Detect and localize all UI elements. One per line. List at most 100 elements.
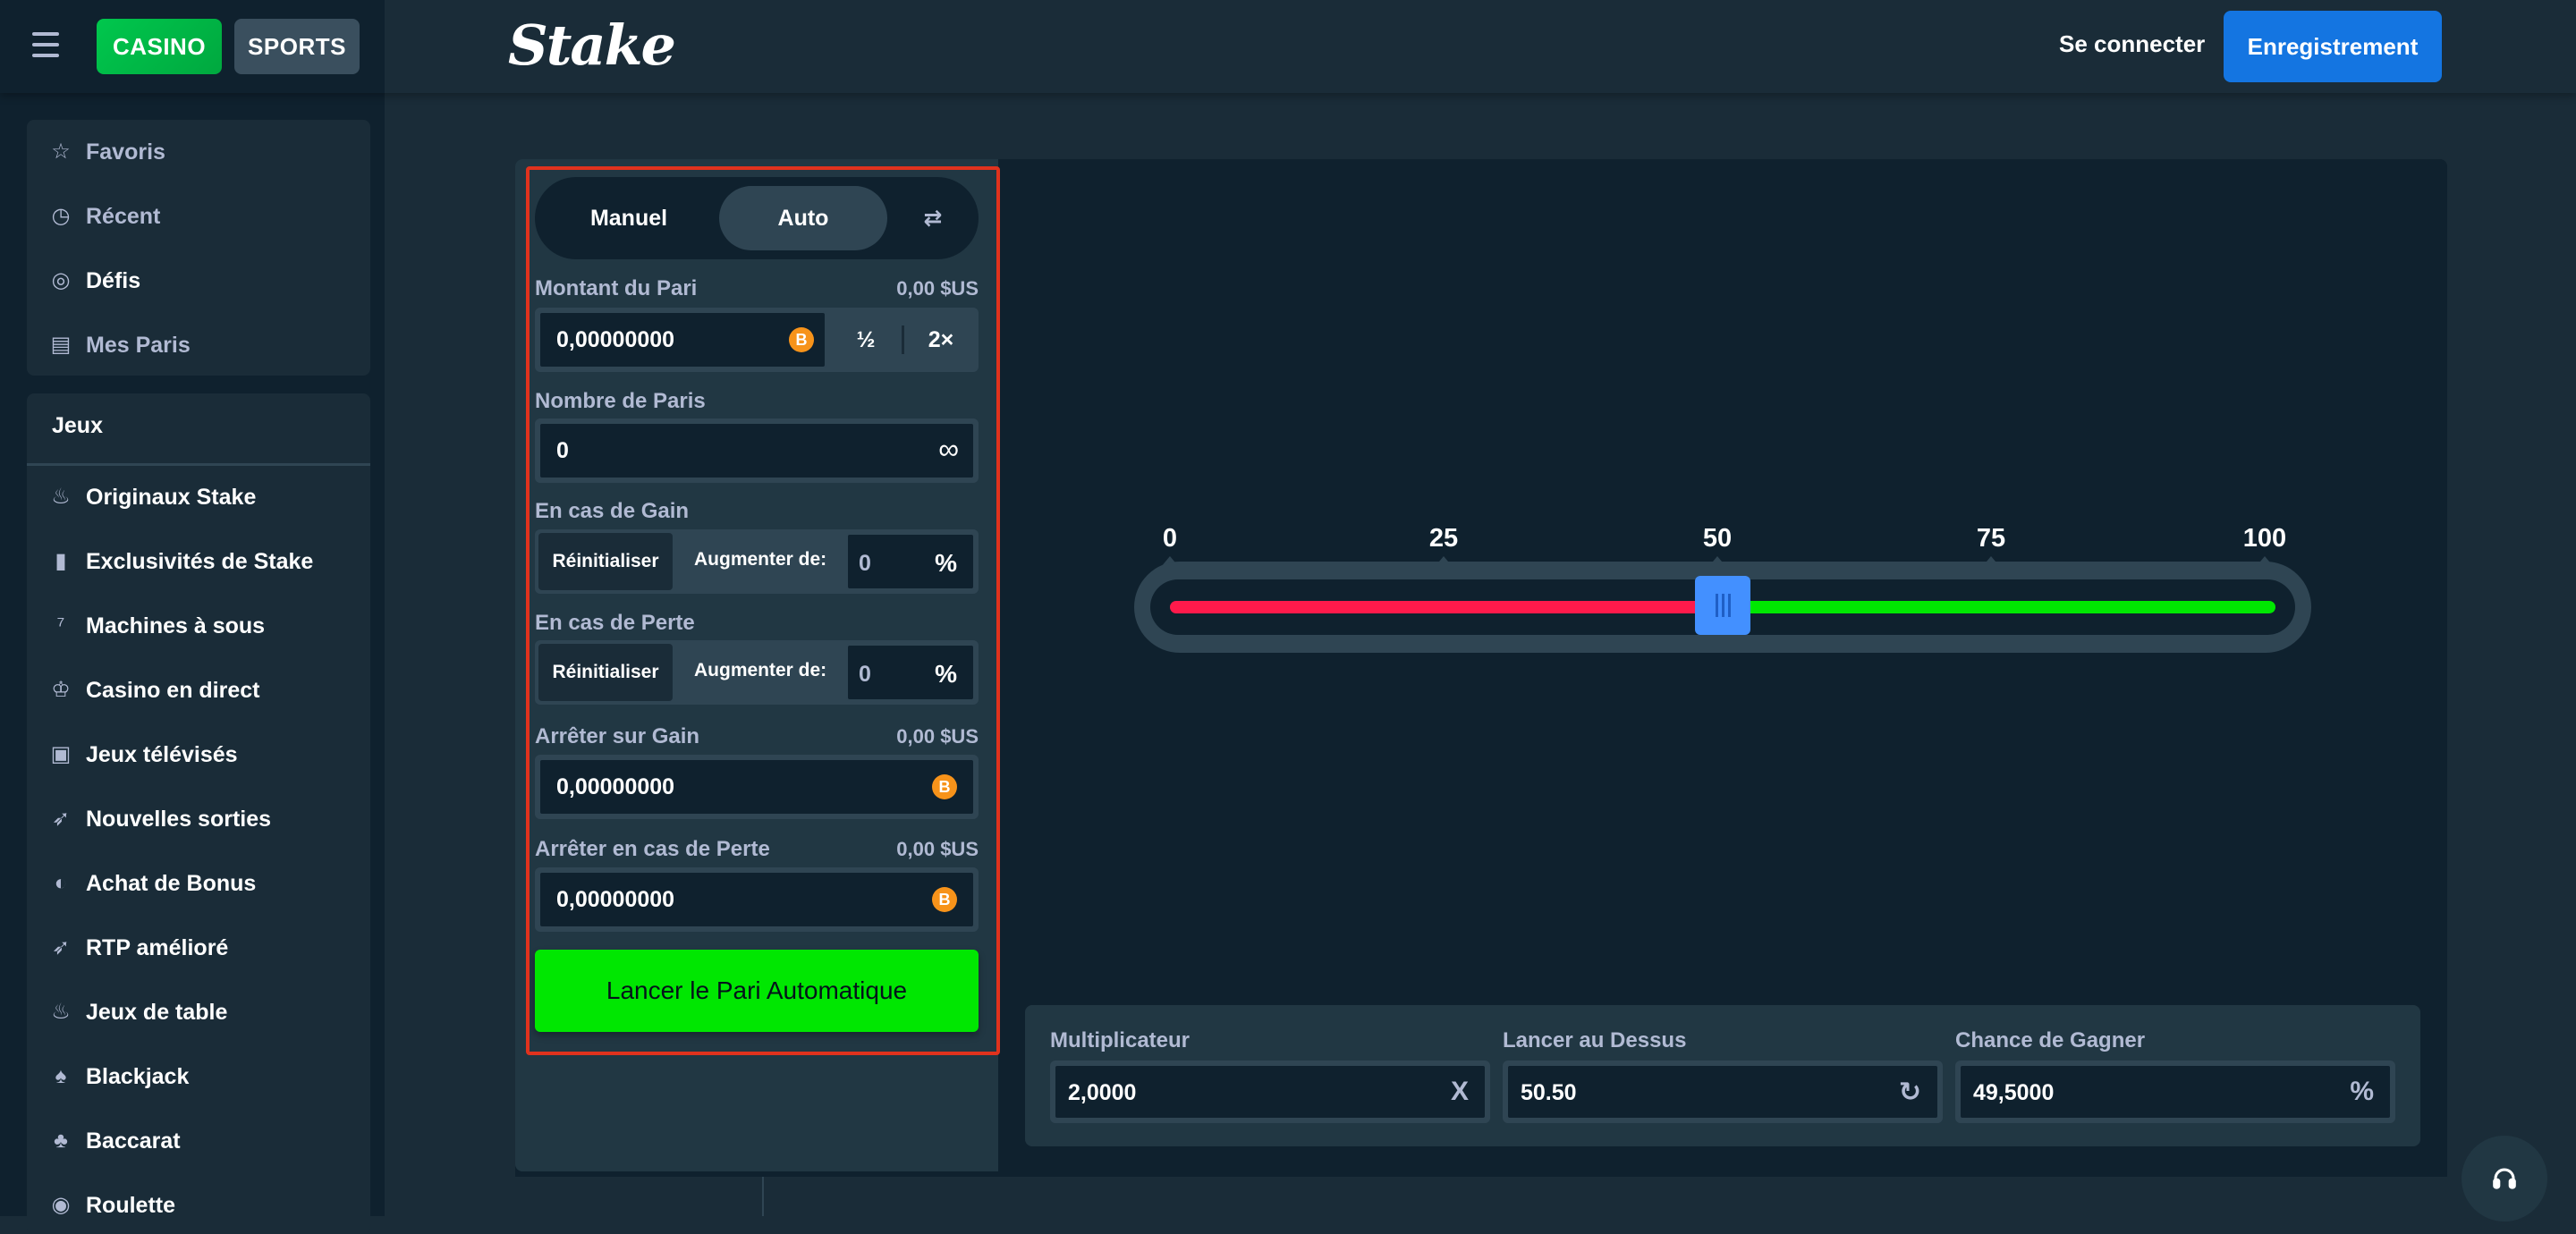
bitcoin-icon: B bbox=[789, 327, 814, 352]
on-loss-increase-value: 0 bbox=[859, 662, 871, 687]
slider-thumb[interactable] bbox=[1695, 576, 1751, 635]
multiplier-value: 2,0000 bbox=[1068, 1080, 1137, 1105]
bet-amount-input[interactable]: 0,00000000 B bbox=[538, 311, 826, 368]
on-win-increase-input[interactable]: 0 % bbox=[846, 533, 975, 590]
sidebar-item-nouvelles-sorties[interactable]: ➶ Nouvelles sorties bbox=[27, 792, 370, 846]
sidebar-item-label: Casino en direct bbox=[86, 677, 260, 703]
refresh-icon[interactable]: ↻ bbox=[1899, 1077, 1921, 1108]
on-loss-field: Réinitialiser Augmenter de: 0 % bbox=[535, 640, 979, 705]
support-chat-button[interactable] bbox=[2462, 1136, 2547, 1221]
sidebar-item-originaux[interactable]: ♨ Originaux Stake bbox=[27, 470, 370, 524]
menu-icon[interactable] bbox=[32, 32, 59, 57]
num-bets-label: Nombre de Paris bbox=[535, 389, 706, 413]
live-casino-icon: ♔ bbox=[51, 678, 71, 702]
win-chance-value: 49,5000 bbox=[1973, 1080, 2055, 1105]
sidebar-item-label: Roulette bbox=[86, 1192, 175, 1218]
sidebar-item-exclusivites[interactable]: ▮ Exclusivités de Stake bbox=[27, 535, 370, 588]
target-icon: ◎ bbox=[51, 268, 71, 292]
tab-auto[interactable]: Auto bbox=[719, 186, 887, 250]
tab-casino[interactable]: CASINO bbox=[97, 19, 222, 74]
win-chance-label: Chance de Gagner bbox=[1955, 1028, 2146, 1052]
on-win-label: En cas de Gain bbox=[535, 499, 690, 523]
rocket-icon: ➶ bbox=[51, 807, 71, 831]
sidebar-item-defis[interactable]: ◎ Défis bbox=[27, 254, 370, 308]
sidebar-item-roulette[interactable]: ◉ Roulette bbox=[27, 1179, 370, 1232]
slider-track[interactable] bbox=[1150, 576, 2295, 635]
double-button[interactable]: 2× bbox=[905, 311, 977, 368]
flame-icon: ♨ bbox=[51, 1000, 71, 1024]
bet-mode-toggle: Manuel Auto ⇄ bbox=[535, 177, 979, 259]
num-bets-value: 0 bbox=[556, 438, 569, 463]
star-icon: ☆ bbox=[51, 139, 71, 164]
sidebar-item-rtp[interactable]: ➶ RTP amélioré bbox=[27, 921, 370, 975]
stop-loss-value: 0,00000000 bbox=[556, 887, 675, 912]
stop-profit-value: 0,00000000 bbox=[556, 774, 675, 799]
on-loss-increase-input[interactable]: 0 % bbox=[846, 644, 975, 701]
bet-amount-field: 0,00000000 B ½ 2× bbox=[535, 308, 979, 372]
sidebar-item-label: Jeux télévisés bbox=[86, 741, 238, 767]
sidebar-item-machines[interactable]: ⁷ Machines à sous bbox=[27, 599, 370, 653]
tv-icon: ▣ bbox=[50, 742, 72, 766]
slider-tick-label: 75 bbox=[1976, 524, 2006, 553]
slider-lose-range bbox=[1170, 601, 1724, 613]
divider bbox=[27, 463, 370, 466]
headset-icon bbox=[2493, 1168, 2516, 1189]
sidebar-item-label: Machines à sous bbox=[86, 613, 266, 638]
sidebar-item-label: Exclusivités de Stake bbox=[86, 548, 314, 574]
register-button[interactable]: Enregistrement bbox=[2224, 11, 2442, 82]
slider-tick-label: 0 bbox=[1162, 524, 1178, 553]
slider-tick-label: 25 bbox=[1428, 524, 1459, 553]
on-win-increase-label: Augmenter de: bbox=[694, 549, 827, 570]
sidebar-item-favoris[interactable]: ☆ Favoris bbox=[27, 125, 370, 179]
swap-icon[interactable]: ⇄ bbox=[893, 186, 973, 250]
percent-icon: % bbox=[2350, 1077, 2374, 1106]
sidebar-item-blackjack[interactable]: ♠ Blackjack bbox=[27, 1050, 370, 1103]
login-link[interactable]: Se connecter bbox=[2059, 30, 2205, 58]
stop-profit-input[interactable]: 0,00000000 B bbox=[538, 758, 975, 816]
bet-amount-value: 0,00000000 bbox=[556, 327, 675, 352]
sidebar-item-casino-direct[interactable]: ♔ Casino en direct bbox=[27, 663, 370, 717]
on-win-increase-value: 0 bbox=[859, 551, 871, 576]
win-chance-input[interactable]: 49,5000 % bbox=[1959, 1064, 2392, 1120]
sidebar-item-achat-bonus[interactable]: ◐ Achat de Bonus bbox=[27, 857, 370, 910]
on-win-reset-button[interactable]: Réinitialiser bbox=[538, 533, 673, 590]
infinity-icon: ∞ bbox=[938, 433, 959, 465]
sidebar-item-label: Favoris bbox=[86, 139, 165, 165]
sidebar-item-jeux-televises[interactable]: ▣ Jeux télévisés bbox=[27, 728, 370, 782]
receipt-icon: ▤ bbox=[50, 333, 72, 357]
sidebar-item-label: Mes Paris bbox=[86, 332, 191, 358]
sidebar-item-label: Baccarat bbox=[86, 1128, 181, 1154]
half-button[interactable]: ½ bbox=[830, 311, 902, 368]
sidebar-item-baccarat[interactable]: ♣ Baccarat bbox=[27, 1114, 370, 1168]
bonus-icon: ◐ bbox=[54, 871, 68, 895]
top-bar: CASINO SPORTS Stake Se connecter Enregis… bbox=[0, 0, 2576, 93]
roll-over-input[interactable]: 50.50 ↻ bbox=[1506, 1064, 1939, 1120]
percent-icon: % bbox=[935, 549, 957, 577]
stop-loss-input[interactable]: 0,00000000 B bbox=[538, 871, 975, 928]
sidebar-item-recent[interactable]: ◷ Récent bbox=[27, 190, 370, 243]
tab-manuel[interactable]: Manuel bbox=[544, 186, 714, 250]
rocket-icon: ➶ bbox=[51, 935, 71, 959]
history-icon: ◷ bbox=[51, 204, 71, 228]
sidebar-item-mes-paris[interactable]: ▤ Mes Paris bbox=[27, 318, 370, 372]
on-loss-reset-button[interactable]: Réinitialiser bbox=[538, 644, 673, 701]
launch-autobet-button[interactable]: Lancer le Pari Automatique bbox=[535, 950, 979, 1032]
sidebar-item-label: Récent bbox=[86, 203, 161, 229]
on-loss-increase-label: Augmenter de: bbox=[694, 660, 827, 680]
sidebar-item-label: Blackjack bbox=[86, 1063, 190, 1089]
slider-tick-label: 50 bbox=[1702, 524, 1733, 553]
stop-loss-field: 0,00000000 B bbox=[535, 867, 979, 932]
num-bets-input[interactable]: 0 ∞ bbox=[538, 422, 975, 479]
bet-amount-label: Montant du Pari bbox=[535, 276, 698, 300]
tab-sports[interactable]: SPORTS bbox=[234, 19, 360, 74]
sidebar-item-label: Défis bbox=[86, 267, 141, 293]
stake-logo[interactable]: Stake bbox=[508, 13, 676, 78]
bookmark-icon: ▮ bbox=[55, 549, 67, 573]
roll-over-value: 50.50 bbox=[1521, 1080, 1577, 1105]
slider-win-range bbox=[1723, 601, 2275, 613]
stop-profit-label: Arrêter sur Gain bbox=[535, 724, 700, 748]
bet-stats: Multiplicateur 2,0000 X Lancer au Dessus… bbox=[1025, 1005, 2420, 1146]
sidebar-item-jeux-table[interactable]: ♨ Jeux de table bbox=[27, 985, 370, 1039]
multiplier-input[interactable]: 2,0000 X bbox=[1054, 1064, 1487, 1120]
sidebar-top-group: ☆ Favoris ◷ Récent ◎ Défis ▤ Mes Paris bbox=[27, 120, 370, 376]
